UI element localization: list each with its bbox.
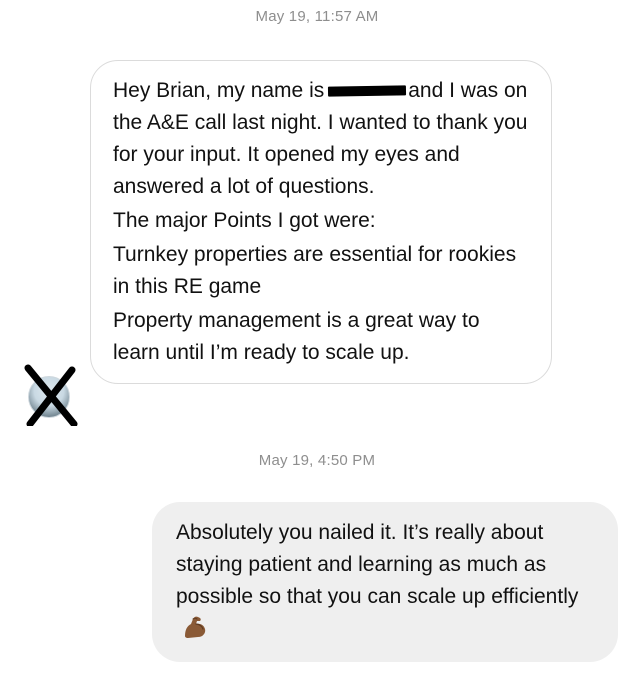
message-paragraph: Turnkey properties are essential for roo… <box>113 243 517 298</box>
message-text: Absolutely you nailed it. It’s really ab… <box>176 521 579 608</box>
redaction-x-mark <box>24 364 78 426</box>
chat-thread: May 19, 11:57 AM Hey Brian, my name is an… <box>0 0 634 680</box>
incoming-message-bubble[interactable]: Hey Brian, my name is and I was on the A&… <box>90 60 552 384</box>
flexed-biceps-icon <box>185 616 206 638</box>
message-timestamp: May 19, 11:57 AM <box>255 8 379 25</box>
outgoing-message-bubble[interactable]: Absolutely you nailed it. It’s really ab… <box>152 502 618 662</box>
message-paragraph: The major Points I got were: <box>113 209 376 232</box>
redacted-name <box>328 85 407 98</box>
message-paragraph: Hey Brian, my name is and I was on the A&… <box>113 75 531 203</box>
message-text: Hey Brian, my name is <box>113 79 325 102</box>
message-timestamp: May 19, 4:50 PM <box>258 452 376 469</box>
sender-avatar[interactable] <box>22 364 78 426</box>
message-paragraph: Property management is a great way to le… <box>113 309 480 364</box>
